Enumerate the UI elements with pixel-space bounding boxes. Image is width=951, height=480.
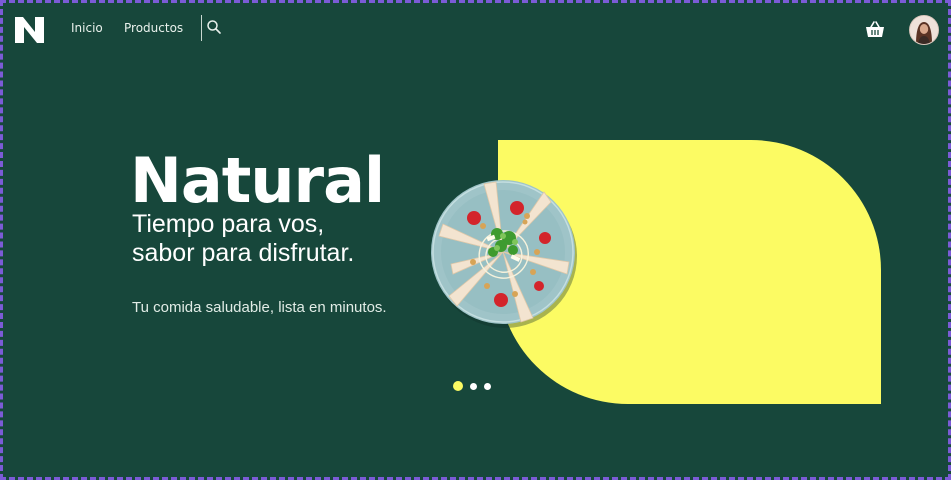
avatar-portrait-icon bbox=[910, 16, 938, 44]
nav-link-productos[interactable]: Productos bbox=[124, 21, 183, 35]
hero-subtitle: Tiempo para vos, sabor para disfrutar. bbox=[132, 210, 354, 268]
user-avatar[interactable] bbox=[909, 15, 939, 45]
hero-title: Natural bbox=[130, 144, 385, 217]
carousel-dot-2[interactable] bbox=[470, 382, 477, 390]
page-frame: Inicio Productos Natural Tiempo para vos… bbox=[0, 0, 951, 480]
nav-divider bbox=[201, 15, 202, 41]
basket-icon[interactable] bbox=[865, 20, 885, 38]
brand-n-logo-icon[interactable] bbox=[13, 15, 47, 45]
carousel-dots bbox=[453, 381, 491, 391]
hero-subtitle-line-2: sabor para disfrutar. bbox=[132, 239, 355, 267]
carousel-dot-1[interactable] bbox=[453, 381, 463, 391]
salad-plate-image bbox=[431, 180, 577, 328]
hero-tagline: Tu comida saludable, lista en minutos. bbox=[132, 299, 387, 316]
carousel-dot-3[interactable] bbox=[484, 382, 491, 390]
search-icon[interactable] bbox=[206, 19, 222, 35]
hero-subtitle-line-1: Tiempo para vos, bbox=[132, 210, 325, 238]
nav-link-inicio[interactable]: Inicio bbox=[71, 21, 103, 35]
